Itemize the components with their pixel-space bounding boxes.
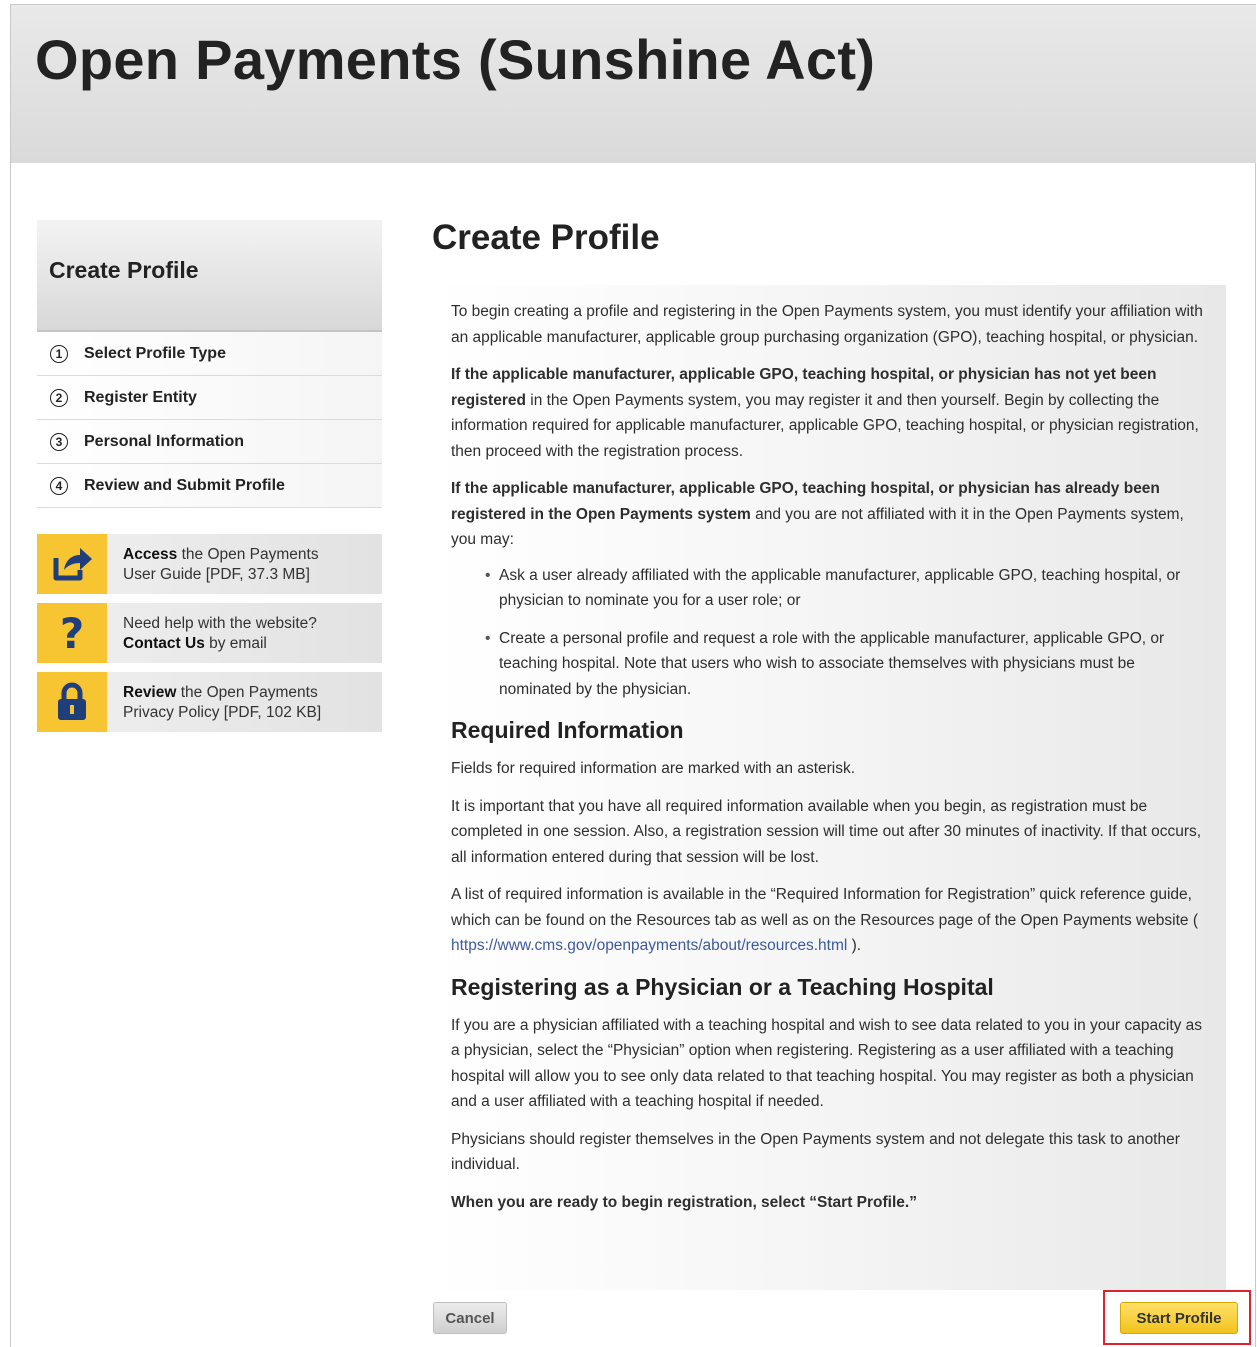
user-guide-tile[interactable]: Access the Open Payments User Guide [PDF… bbox=[37, 534, 382, 594]
options-list: Ask a user already affiliated with the a… bbox=[451, 563, 1208, 703]
step-review-submit: 4 Review and Submit Profile bbox=[37, 464, 382, 508]
step-label: Select Profile Type bbox=[84, 344, 226, 362]
list-item: Create a personal profile and request a … bbox=[485, 626, 1208, 703]
required-info-p3: A list of required information is availa… bbox=[451, 886, 1199, 954]
physician-heading: Registering as a Physician or a Teaching… bbox=[451, 973, 994, 1000]
step-register-entity: 2 Register Entity bbox=[37, 376, 382, 420]
lock-icon bbox=[37, 672, 107, 732]
header-banner: Open Payments (Sunshine Act) bbox=[11, 5, 1256, 163]
physician-p2: Physicians should register themselves in… bbox=[451, 1130, 1180, 1174]
intro-paragraph: To begin creating a profile and register… bbox=[451, 303, 1203, 346]
cancel-button[interactable]: Cancel bbox=[433, 1302, 507, 1334]
privacy-policy-text[interactable]: Review the Open Payments Privacy Policy … bbox=[123, 683, 321, 723]
step-label: Review and Submit Profile bbox=[84, 476, 285, 494]
start-profile-button[interactable]: Start Profile bbox=[1120, 1302, 1238, 1334]
step-number-icon: 3 bbox=[50, 432, 68, 451]
page-title: Create Profile bbox=[432, 218, 660, 257]
not-registered-paragraph: If the applicable manufacturer, applicab… bbox=[451, 366, 1199, 460]
list-item: Ask a user already affiliated with the a… bbox=[485, 563, 1208, 614]
required-info-p2: It is important that you have all requir… bbox=[451, 797, 1202, 866]
step-list: 1 Select Profile Type 2 Register Entity … bbox=[37, 332, 382, 508]
already-registered-paragraph: If the applicable manufacturer, applicab… bbox=[451, 480, 1184, 548]
sidebar-header: Create Profile bbox=[37, 220, 382, 332]
required-info-heading: Required Information bbox=[451, 717, 684, 743]
question-mark-icon: ? bbox=[37, 603, 107, 663]
step-label: Personal Information bbox=[84, 432, 245, 450]
contact-us-text[interactable]: Need help with the website? Contact Us b… bbox=[123, 614, 317, 654]
step-number-icon: 1 bbox=[50, 344, 68, 363]
required-info-p1: Fields for required information are mark… bbox=[451, 760, 856, 777]
physician-p1: If you are a physician affiliated with a… bbox=[451, 1016, 1203, 1111]
step-select-profile-type: 1 Select Profile Type bbox=[37, 332, 382, 376]
step-label: Register Entity bbox=[84, 388, 197, 406]
ready-text: When you are ready to begin registration… bbox=[451, 1193, 917, 1211]
content-panel: To begin creating a profile and register… bbox=[432, 285, 1226, 1290]
contact-us-tile[interactable]: ? Need help with the website? Contact Us… bbox=[37, 603, 382, 663]
step-number-icon: 2 bbox=[50, 388, 68, 407]
user-guide-text[interactable]: Access the Open Payments User Guide [PDF… bbox=[123, 545, 319, 585]
sidebar-title: Create Profile bbox=[49, 257, 199, 283]
start-profile-highlight: Start Profile bbox=[1103, 1290, 1251, 1345]
step-personal-information: 3 Personal Information bbox=[37, 420, 382, 464]
privacy-policy-tile[interactable]: Review the Open Payments Privacy Policy … bbox=[37, 672, 382, 732]
step-number-icon: 4 bbox=[50, 476, 68, 495]
site-title: Open Payments (Sunshine Act) bbox=[35, 28, 876, 91]
share-arrow-icon bbox=[37, 534, 107, 594]
resources-link[interactable]: https://www.cms.gov/openpayments/about/r… bbox=[451, 937, 847, 954]
